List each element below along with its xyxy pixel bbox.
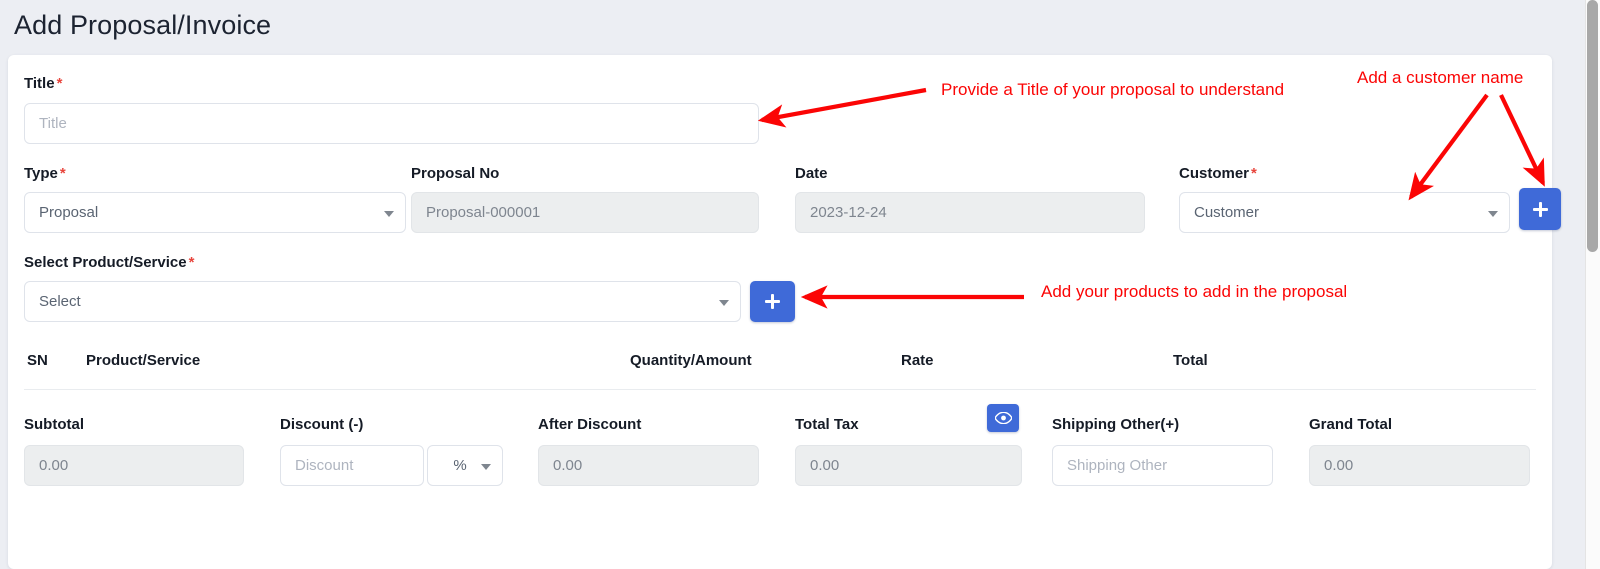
required-asterisk: * <box>1251 165 1257 182</box>
chevron-down-icon <box>1488 210 1498 217</box>
eye-icon <box>994 412 1012 424</box>
view-tax-button[interactable] <box>987 404 1019 432</box>
annotation-text-customer: Add a customer name <box>1357 68 1524 87</box>
customer-select-value: Customer <box>1194 204 1260 221</box>
date-label: Date <box>795 165 828 182</box>
grand-total-label: Grand Total <box>1309 416 1393 433</box>
shipping-other-label: Shipping Other(+) <box>1052 416 1180 433</box>
page-title: Add Proposal/Invoice <box>14 10 272 40</box>
proposal-no-input: Proposal-000001 <box>411 192 759 233</box>
required-asterisk: * <box>188 254 195 271</box>
customer-label: Customer * <box>1179 165 1257 182</box>
grand-total-input: 0.00 <box>1309 445 1530 486</box>
subtotal-label: Subtotal <box>24 416 84 433</box>
product-service-label: Select Product/Service * <box>24 254 195 271</box>
title-input-placeholder: Title <box>39 115 67 132</box>
discount-placeholder: Discount <box>295 457 354 474</box>
proposal-no-value: Proposal-000001 <box>426 204 541 221</box>
table-header-rate: Rate <box>901 352 934 369</box>
after-discount-value: 0.00 <box>553 457 583 474</box>
shipping-other-placeholder: Shipping Other <box>1067 457 1168 474</box>
annotation-text-products: Add your products to add in the proposal <box>1041 282 1348 301</box>
type-select-value: Proposal <box>39 204 99 221</box>
page-scrollbar-thumb[interactable] <box>1587 0 1598 252</box>
table-header-product: Product/Service <box>86 352 201 369</box>
table-divider <box>24 389 1536 390</box>
type-select[interactable]: Proposal <box>24 192 406 233</box>
chevron-down-icon <box>384 210 394 217</box>
product-service-value: Select <box>39 293 81 310</box>
proposal-no-label: Proposal No <box>411 165 500 182</box>
page-root: Add Proposal/Invoice Title * Title Type * … <box>0 0 1600 569</box>
after-discount-label: After Discount <box>538 416 642 433</box>
customer-select[interactable]: Customer <box>1179 192 1510 233</box>
plus-icon <box>1532 201 1548 217</box>
type-label: Type * <box>24 165 66 182</box>
required-asterisk: * <box>56 75 63 92</box>
table-header-quantity: Quantity/Amount <box>630 352 752 369</box>
grand-total-value: 0.00 <box>1324 457 1354 474</box>
plus-icon <box>765 294 780 309</box>
date-value: 2023-12-24 <box>810 204 887 221</box>
annotation-text-title: Provide a Title of your proposal to unde… <box>941 80 1285 99</box>
total-tax-input: 0.00 <box>795 445 1022 486</box>
discount-label: Discount (-) <box>280 416 364 433</box>
discount-input[interactable]: Discount <box>280 445 424 486</box>
discount-unit-select[interactable]: % <box>427 445 503 486</box>
proposal-form-card: Title * Title Type * Proposal Proposal No … <box>8 55 1561 569</box>
table-header-sn: SN <box>27 352 48 369</box>
discount-unit-value: % <box>453 457 467 474</box>
table-header-total: Total <box>1173 352 1208 369</box>
title-label: Title * <box>24 75 63 92</box>
subtotal-input: 0.00 <box>24 445 244 486</box>
shipping-other-input[interactable]: Shipping Other <box>1052 445 1273 486</box>
total-tax-label: Total Tax <box>795 416 859 433</box>
required-asterisk: * <box>59 165 66 182</box>
total-tax-value: 0.00 <box>810 457 840 474</box>
date-input[interactable]: 2023-12-24 <box>795 192 1145 233</box>
subtotal-value: 0.00 <box>39 457 69 474</box>
after-discount-input: 0.00 <box>538 445 759 486</box>
chevron-down-icon <box>481 463 491 470</box>
add-product-button[interactable] <box>750 281 795 322</box>
chevron-down-icon <box>719 299 729 306</box>
page-scrollbar-track[interactable] <box>1585 0 1600 569</box>
title-input[interactable]: Title <box>24 103 759 144</box>
product-service-select[interactable]: Select <box>24 281 741 322</box>
add-customer-button[interactable] <box>1519 188 1561 230</box>
